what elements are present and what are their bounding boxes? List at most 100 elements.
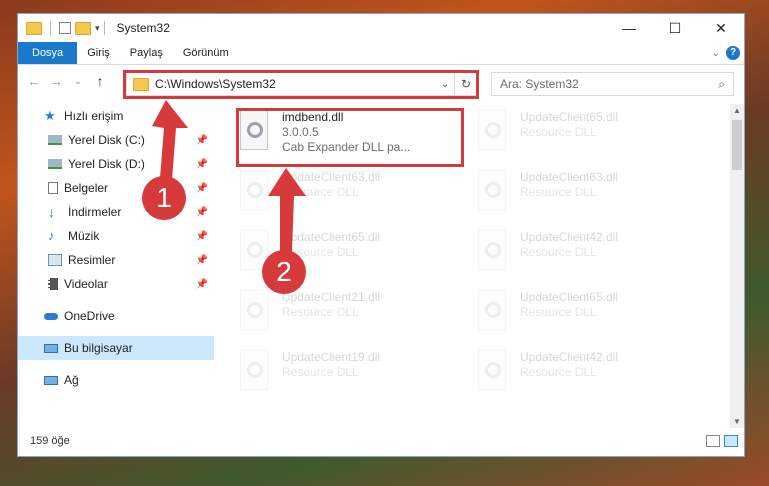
tab-share[interactable]: Paylaş [120,42,173,64]
drive-icon [48,135,62,145]
sidebar-item-label: İndirmeler [68,205,122,219]
sidebar-item-drive-c[interactable]: Yerel Disk (C:) 📌 [18,128,214,152]
file-name: UpdateClient63.dll [282,170,381,184]
videos-icon [48,278,58,290]
properties-icon[interactable] [59,22,71,34]
scroll-up-icon[interactable]: ▲ [730,106,744,115]
sidebar-item-label: Bu bilgisayar [64,341,133,355]
file-type: Resource DLL [282,365,359,379]
computer-icon [44,343,58,353]
sidebar-item-quick-access[interactable]: ★ Hızlı erişim [18,104,214,128]
file-name: UpdateClient21.dll [282,290,381,304]
dll-file-icon [238,290,272,334]
new-folder-icon[interactable] [75,21,91,35]
address-bar-highlight [123,70,479,99]
recent-locations-button[interactable]: ⌄ [68,76,88,87]
dll-file-icon [476,230,510,274]
network-icon [44,375,58,385]
file-item[interactable]: UpdateClient63.dll Resource DLL [476,170,706,226]
vertical-scrollbar[interactable]: ▲ ▼ [730,104,744,428]
step-1-badge: 1 [142,176,186,220]
divider [50,21,51,35]
dll-file-icon [238,170,272,214]
file-item[interactable]: UpdateClient42.dll Resource DLL [476,230,706,286]
file-item[interactable]: UpdateClient65.dll Resource DLL [476,110,706,166]
scrollbar-thumb[interactable] [732,120,742,170]
sidebar-item-label: Hızlı erişim [64,109,124,123]
file-name: UpdateClient65.dll [282,230,381,244]
tab-file[interactable]: Dosya [18,42,78,64]
tab-view[interactable]: Görünüm [173,42,239,64]
sidebar-item-label: Müzik [68,229,100,243]
pin-icon: 📌 [195,134,208,146]
sidebar-item-pictures[interactable]: Resimler 📌 [18,248,214,272]
file-item[interactable]: UpdateClient65.dll Resource DLL [476,290,706,346]
tiles-view-icon[interactable] [724,435,738,447]
file-item[interactable]: UpdateClient19.dll Resource DLL [238,350,468,406]
pin-icon: 📌 [195,182,208,194]
close-button[interactable]: ✕ [698,14,744,42]
sidebar-item-label: Videolar [64,277,108,291]
dll-file-icon [476,170,510,214]
pin-icon: 📌 [195,206,208,218]
file-type: Resource DLL [282,185,359,199]
sidebar-item-label: Belgeler [64,181,109,195]
tab-home[interactable]: Giriş [77,42,120,64]
file-type: Resource DLL [520,125,597,139]
file-type: Resource DLL [520,365,597,379]
search-input[interactable]: Ara: System32 ⌕ [491,72,734,96]
file-item[interactable]: UpdateClient63.dll Resource DLL [238,170,468,226]
pin-icon: 📌 [195,254,208,266]
file-item[interactable]: UpdateClient21.dll Resource DLL [238,290,468,346]
sidebar-item-label: Resimler [68,253,116,267]
dll-file-icon [476,290,510,334]
expand-ribbon-icon[interactable]: ⌄ [712,48,720,59]
file-type: Resource DLL [520,245,597,259]
sidebar-item-videos[interactable]: Videolar 📌 [18,272,214,296]
drive-icon [48,159,62,169]
dll-file-icon [476,110,510,154]
download-icon: ↓ [48,204,55,220]
dll-file-icon [476,350,510,394]
title-bar: ▾ System32 — ☐ ✕ [18,14,744,42]
divider [103,21,105,35]
pin-icon: 📌 [195,158,208,170]
quick-access-toolbar: ▾ [18,21,100,35]
back-button[interactable]: ← [24,73,44,89]
file-type: Resource DLL [282,305,359,319]
minimize-button[interactable]: — [606,14,652,42]
status-bar: 159 öğe [18,426,744,456]
file-name: UpdateClient42.dll [520,230,619,244]
file-item[interactable]: UpdateClient42.dll Resource DLL [476,350,706,406]
file-type: Resource DLL [520,185,597,199]
star-icon: ★ [44,108,56,123]
sidebar-item-this-pc[interactable]: Bu bilgisayar [18,336,214,360]
file-name: UpdateClient63.dll [520,170,619,184]
details-view-icon[interactable] [706,435,720,447]
sidebar-item-network[interactable]: Ağ [18,368,214,392]
forward-button[interactable]: → [46,73,66,89]
customize-toolbar-icon[interactable]: ▾ [95,23,100,34]
sidebar-item-drive-d[interactable]: Yerel Disk (D:) 📌 [18,152,214,176]
search-placeholder: Ara: System32 [500,77,579,91]
window-title: System32 [116,21,170,35]
music-icon: ♪ [48,228,55,243]
sidebar-item-label: Yerel Disk (C:) [68,133,145,147]
file-type: Resource DLL [520,305,597,319]
documents-icon [48,182,58,194]
file-name: UpdateClient65.dll [520,290,619,304]
navigation-pane: ★ Hızlı erişim Yerel Disk (C:) 📌 Yerel D… [18,104,214,424]
dll-file-icon [238,350,272,394]
up-button[interactable]: ↑ [90,73,110,89]
cloud-icon [44,312,58,320]
step-2-badge: 2 [262,250,306,294]
file-name: UpdateClient42.dll [520,350,619,364]
scroll-down-icon[interactable]: ▼ [730,417,744,426]
sidebar-item-onedrive[interactable]: OneDrive [18,304,214,328]
search-icon: ⌕ [718,76,725,91]
sidebar-item-music[interactable]: ♪ Müzik 📌 [18,224,214,248]
help-icon[interactable]: ? [726,46,740,60]
maximize-button[interactable]: ☐ [652,14,698,42]
folder-icon [26,21,42,35]
sidebar-item-label: Yerel Disk (D:) [68,157,145,171]
